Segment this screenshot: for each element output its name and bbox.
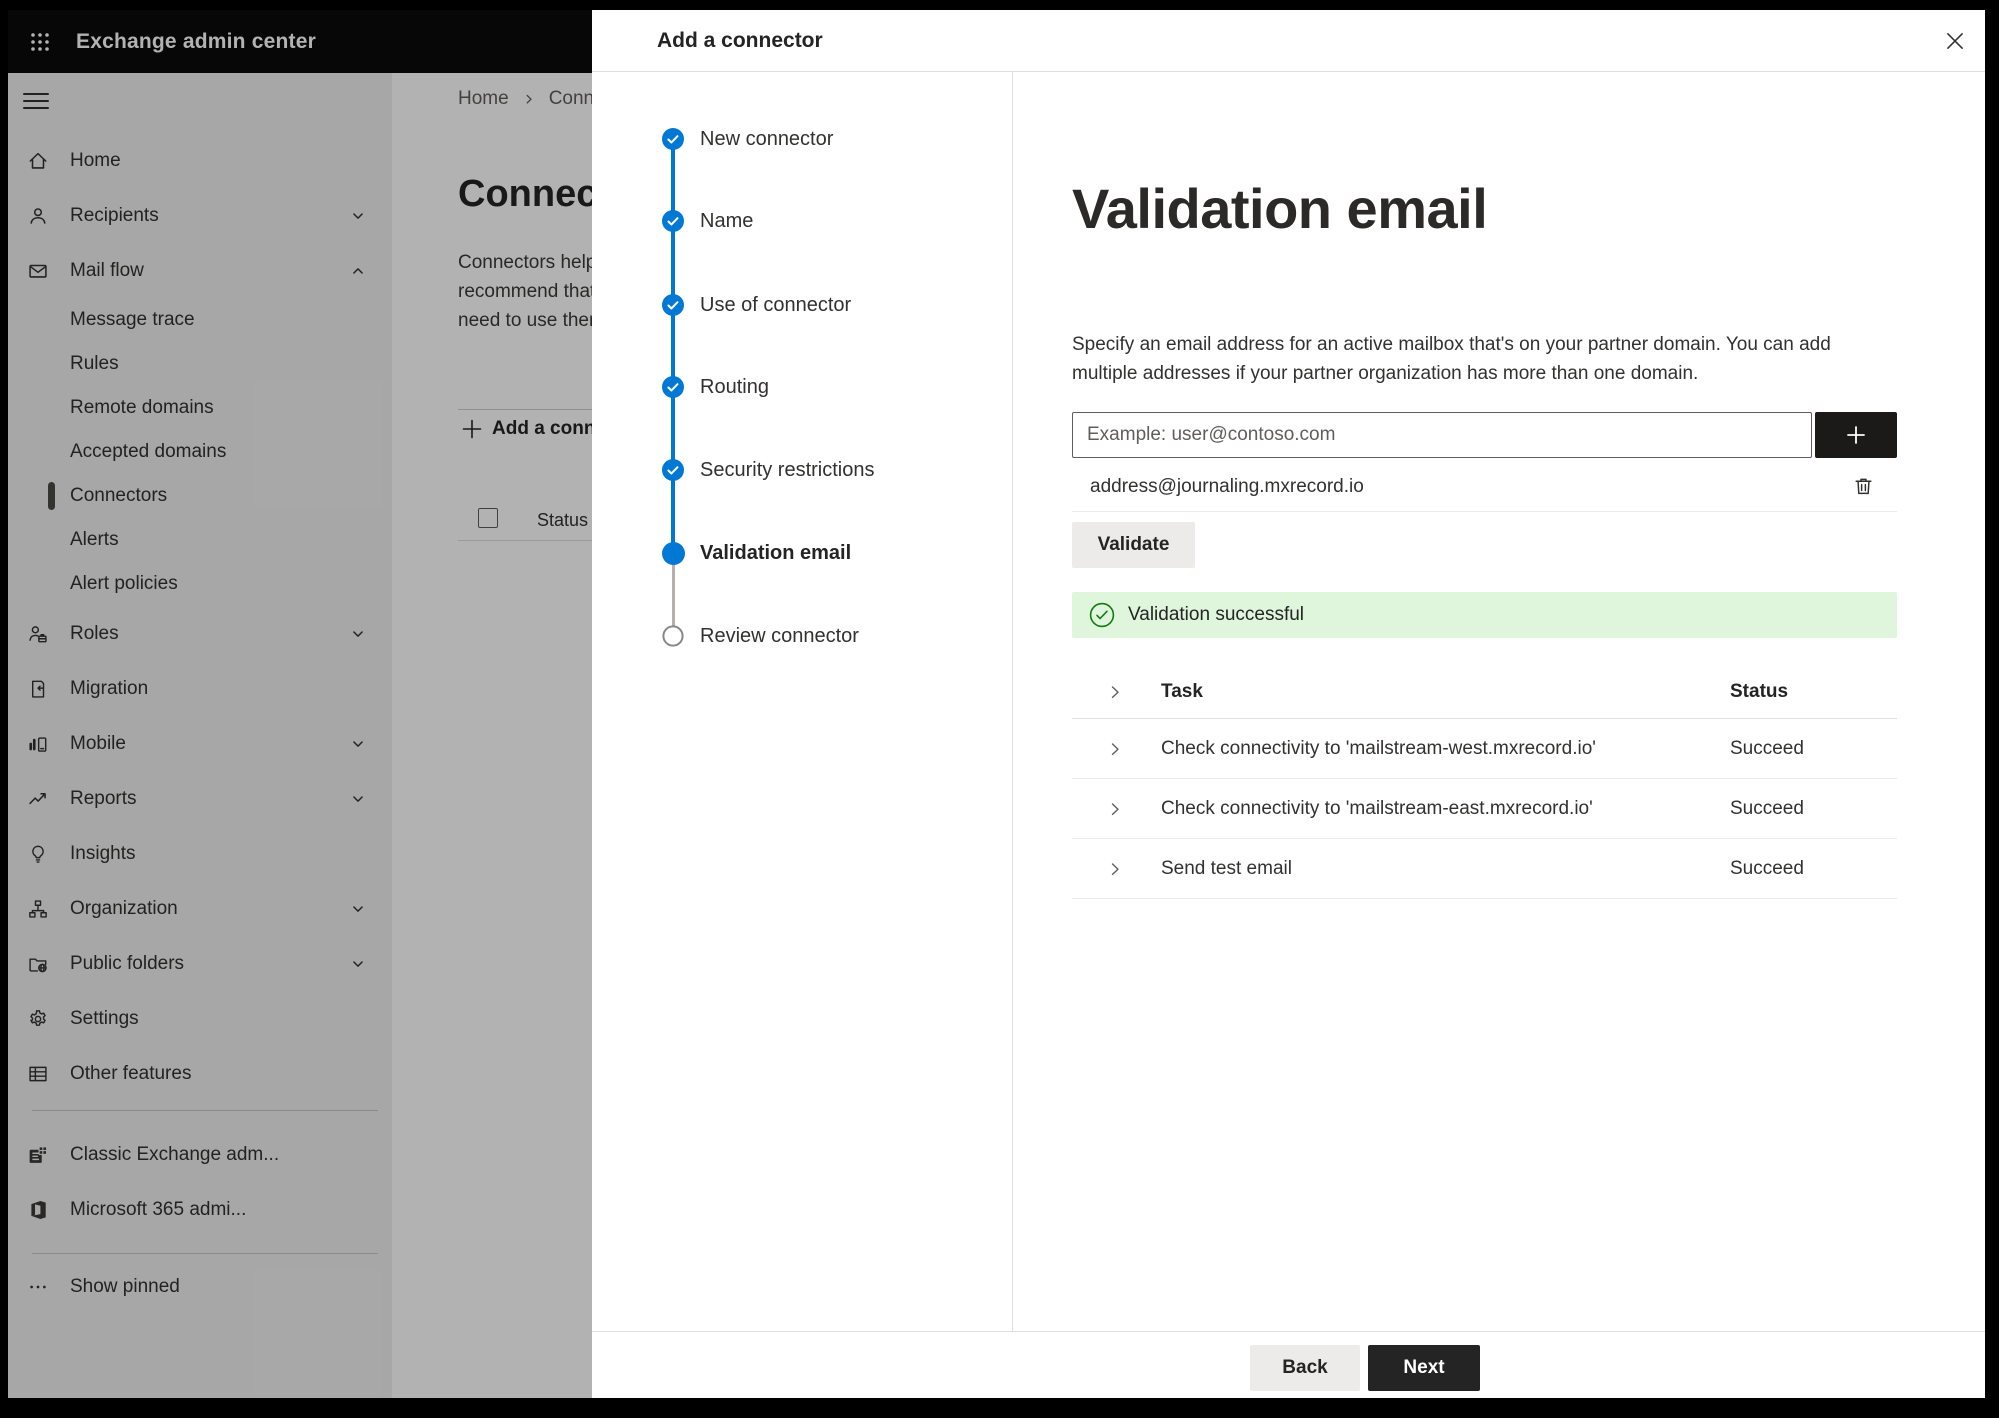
table-row[interactable]: Check connectivity to 'mailstream-west.m… [1072,719,1897,779]
added-address-row: address@journaling.mxrecord.io [1072,462,1897,512]
table-row[interactable]: Send test email Succeed [1072,839,1897,899]
delete-address-button[interactable] [1848,472,1878,502]
step-heading: Validation email [1072,177,1488,240]
chevron-right-icon[interactable] [1107,861,1123,877]
step-check-icon [662,294,684,316]
back-button[interactable]: Back [1250,1345,1360,1391]
add-email-button[interactable] [1815,412,1897,458]
table-header-row: Task Status [1072,666,1897,719]
validation-tasks-table: Task Status Check connectivity to 'mails… [1072,666,1897,899]
close-icon [1944,30,1966,52]
panel-footer: Back Next [592,1331,1985,1398]
status-column-header: Status [1730,681,1789,702]
table-row[interactable]: Check connectivity to 'mailstream-east.m… [1072,779,1897,839]
stepper-line-upcoming [672,553,675,636]
status-cell: Succeed [1730,737,1804,759]
close-button[interactable] [1935,21,1975,61]
validation-success-banner: Validation successful [1072,592,1897,638]
task-cell: Send test email [1161,857,1292,879]
task-cell: Check connectivity to 'mailstream-east.m… [1161,797,1593,819]
email-input-row [1072,412,1897,458]
chevron-right-icon[interactable] [1107,801,1123,817]
email-input[interactable] [1072,412,1812,458]
app-screen: Exchange admin center Home Recipients Ma… [8,10,1985,1398]
task-cell: Check connectivity to 'mailstream-west.m… [1161,737,1596,759]
step-current-icon [662,542,685,565]
trash-icon [1852,475,1875,498]
plus-icon [1844,423,1868,447]
status-cell: Succeed [1730,797,1804,819]
next-button[interactable]: Next [1368,1345,1480,1391]
validate-button[interactable]: Validate [1072,522,1195,568]
add-connector-panel: Add a connector New connector Name Use o… [592,10,1985,1398]
chevron-right-icon[interactable] [1107,741,1123,757]
chevron-right-icon[interactable] [1107,684,1123,700]
step-upcoming-icon [662,625,684,647]
stepper-line-completed [671,139,675,553]
status-cell: Succeed [1730,857,1804,879]
step-check-icon [662,210,684,232]
added-address: address@journaling.mxrecord.io [1090,475,1364,497]
panel-header: Add a connector [592,10,1985,72]
task-column-header: Task [1161,681,1203,702]
step-check-icon [662,128,684,150]
step-check-icon [662,376,684,398]
panel-title: Add a connector [657,29,823,52]
validation-email-step-content: Validation email Specify an email addres… [1014,72,1985,1331]
step-check-icon [662,459,684,481]
success-message: Validation successful [1128,604,1305,625]
success-check-icon [1089,602,1115,628]
step-description: Specify an email address for an active m… [1072,334,1831,384]
wizard-stepper: New connector Name Use of connector Rout… [592,72,1013,1331]
